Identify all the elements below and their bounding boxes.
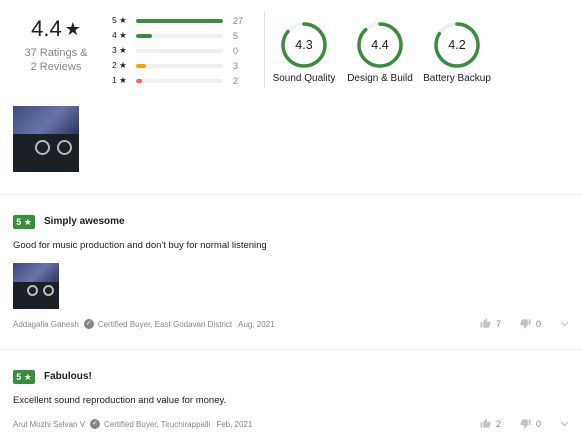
rating-histogram: 5 ★ 27 4 ★ 5 3 ★ 0 2 ★ 3 1 ★ 2 bbox=[112, 13, 252, 88]
chevron-down-icon[interactable] bbox=[560, 321, 569, 327]
histogram-bar-track bbox=[136, 63, 223, 68]
feature-rating-ring: 4.3 bbox=[280, 21, 328, 69]
reviews-count-text: 2 Reviews bbox=[30, 61, 82, 73]
speaker-graphic bbox=[43, 285, 54, 296]
histogram-count: 3 bbox=[233, 60, 239, 71]
histogram-star-label: 2 ★ bbox=[112, 60, 127, 70]
dislike-count: 0 bbox=[536, 418, 542, 429]
histogram-row: 3 ★ 0 bbox=[112, 43, 252, 58]
review-rating-badge: 5 ★ bbox=[13, 370, 35, 384]
certified-check-icon: ✓ bbox=[90, 419, 101, 429]
review-card: 5 ★ Fabulous! Excellent sound reproducti… bbox=[0, 349, 582, 447]
histogram-bar-track bbox=[136, 48, 223, 53]
review-meta: Arul Mozhi Selvan V ✓ Certified Buyer, T… bbox=[13, 419, 252, 429]
reviewer-name: Addagalla Ganesh bbox=[13, 319, 79, 329]
feature-rating-name: Sound Quality bbox=[272, 73, 336, 84]
histogram-bar-fill bbox=[136, 78, 143, 83]
histogram-bar-fill bbox=[136, 18, 223, 23]
reviewer-name: Arul Mozhi Selvan V bbox=[13, 419, 86, 429]
histogram-bar-track bbox=[136, 18, 223, 23]
thumbs-down-icon bbox=[520, 319, 531, 329]
speaker-graphic bbox=[35, 140, 50, 155]
feature-rating-value: 4.3 bbox=[295, 38, 313, 52]
review-meta: Addagalla Ganesh ✓ Certified Buyer, East… bbox=[13, 319, 275, 329]
feature-rating-name: Battery Backup bbox=[423, 73, 491, 84]
chevron-down-icon[interactable] bbox=[560, 421, 569, 427]
certified-check-icon: ✓ bbox=[83, 319, 94, 329]
histogram-star-label: 1 ★ bbox=[112, 75, 127, 85]
certified-buyer-text: Certified Buyer, Tiruchirappalli bbox=[104, 419, 211, 429]
certified-buyer-text: Certified Buyer, East Godavari District bbox=[97, 319, 233, 329]
histogram-bar-track bbox=[136, 78, 223, 83]
dislike-button[interactable]: 0 bbox=[520, 418, 541, 429]
histogram-bar-fill bbox=[136, 33, 153, 38]
star-icon: ★ bbox=[64, 18, 81, 39]
thumbs-down-icon bbox=[520, 419, 531, 429]
like-count: 7 bbox=[496, 318, 502, 329]
speaker-graphic bbox=[57, 140, 72, 155]
review-body: Excellent sound reproduction and value f… bbox=[13, 395, 227, 406]
feature-rating-value: 4.4 bbox=[371, 38, 389, 52]
average-rating-block: 4.4 ★ 37 Ratings & 2 Reviews bbox=[20, 16, 92, 74]
histogram-row: 5 ★ 27 bbox=[112, 13, 252, 28]
like-button[interactable]: 7 bbox=[480, 318, 501, 329]
review-title: Simply awesome bbox=[44, 216, 125, 227]
ratings-count: 37 Ratings & 2 Reviews bbox=[20, 46, 92, 74]
feature-rating: 4.4 Design & Build bbox=[338, 21, 422, 84]
ratings-count-text: 37 Ratings & bbox=[24, 47, 88, 59]
thumbs-up-icon bbox=[480, 418, 491, 428]
feature-rating-value: 4.2 bbox=[448, 38, 466, 52]
thumbs-up-icon bbox=[480, 318, 491, 328]
customer-photo[interactable] bbox=[13, 106, 79, 172]
review-date: Aug, 2021 bbox=[238, 319, 275, 329]
histogram-count: 0 bbox=[233, 45, 239, 56]
review-card: 5 ★ Simply awesome Good for music produc… bbox=[0, 194, 582, 349]
like-count: 2 bbox=[496, 418, 502, 429]
ratings-summary: 4.4 ★ 37 Ratings & 2 Reviews 5 ★ 27 4 ★ 5 3 … bbox=[0, 0, 582, 100]
dislike-count: 0 bbox=[536, 318, 542, 329]
histogram-count: 2 bbox=[233, 75, 239, 86]
average-rating: 4.4 ★ bbox=[31, 16, 81, 42]
like-button[interactable]: 2 bbox=[480, 418, 501, 429]
review-body: Good for music production and don't buy … bbox=[13, 240, 267, 251]
histogram-count: 27 bbox=[233, 15, 244, 26]
feature-rating-ring: 4.4 bbox=[356, 21, 404, 69]
average-rating-value: 4.4 bbox=[31, 16, 62, 41]
feature-rating: 4.3 Sound Quality bbox=[262, 21, 346, 84]
review-photo[interactable] bbox=[13, 263, 59, 309]
histogram-count: 5 bbox=[233, 30, 239, 41]
histogram-star-label: 4 ★ bbox=[112, 30, 127, 40]
histogram-star-label: 5 ★ bbox=[112, 15, 127, 25]
histogram-bar-fill bbox=[136, 63, 146, 68]
dislike-button[interactable]: 0 bbox=[520, 318, 541, 329]
feature-rating: 4.2 Battery Backup bbox=[415, 21, 499, 84]
review-title: Fabulous! bbox=[44, 371, 92, 382]
histogram-row: 2 ★ 3 bbox=[112, 58, 252, 73]
histogram-bar-track bbox=[136, 33, 223, 38]
review-rating-badge: 5 ★ bbox=[13, 215, 35, 229]
speaker-graphic bbox=[27, 285, 38, 296]
feature-rating-ring: 4.2 bbox=[433, 21, 481, 69]
feature-rating-name: Design & Build bbox=[347, 73, 413, 84]
histogram-row: 1 ★ 2 bbox=[112, 73, 252, 88]
review-date: Feb, 2021 bbox=[216, 419, 253, 429]
histogram-row: 4 ★ 5 bbox=[112, 28, 252, 43]
histogram-star-label: 3 ★ bbox=[112, 45, 127, 55]
